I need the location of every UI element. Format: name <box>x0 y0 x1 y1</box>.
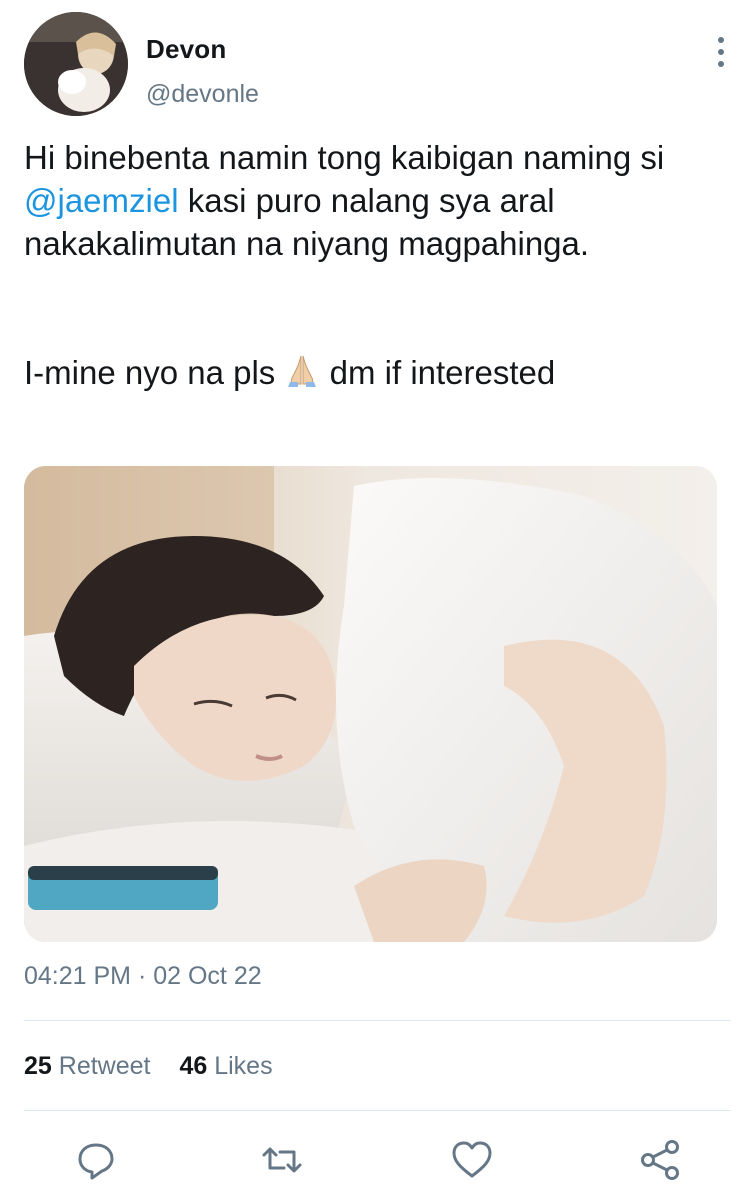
share-icon[interactable] <box>636 1136 684 1184</box>
author-name[interactable]: Devon <box>146 34 226 65</box>
likes-label: Likes <box>214 1052 273 1080</box>
tweet-paragraph-1: Hi binebenta namin tong kaibigan naming … <box>24 136 724 265</box>
divider <box>24 1110 731 1111</box>
tweet-image[interactable] <box>24 466 717 942</box>
tweet-text-part1: Hi binebenta namin tong kaibigan naming … <box>24 139 665 176</box>
retweet-label: Retweet <box>58 1052 151 1080</box>
retweet-icon[interactable] <box>258 1136 306 1184</box>
tweet-paragraph-2: I-mine nyo na pls dm if interested <box>24 351 724 394</box>
tweet-stats: 25 Retweet 46 Likes <box>24 1052 295 1081</box>
tweet-text-line2-a: I-mine nyo na pls <box>24 354 285 391</box>
tweet-text: Hi binebenta namin tong kaibigan naming … <box>24 136 724 394</box>
author-handle[interactable]: @devonle <box>146 80 259 109</box>
tweet-actions <box>0 1136 755 1184</box>
tweet-timestamp[interactable]: 04:21 PM · 02 Oct 22 <box>24 962 262 991</box>
mention-link[interactable]: @jaemziel <box>24 182 179 219</box>
heart-icon[interactable] <box>448 1136 496 1184</box>
like-count: 46 <box>179 1052 208 1080</box>
avatar[interactable] <box>24 12 128 116</box>
tweet-header: Devon @devonle <box>24 12 731 120</box>
retweet-count: 25 <box>24 1052 52 1080</box>
likes-stat[interactable]: 46 Likes <box>179 1052 272 1080</box>
folded-hands-emoji <box>284 352 320 388</box>
reply-icon[interactable] <box>72 1136 120 1184</box>
retweet-stat[interactable]: 25 Retweet <box>24 1052 150 1080</box>
divider <box>24 1020 731 1021</box>
more-vertical-icon[interactable] <box>715 34 727 70</box>
tweet-text-line2-b: dm if interested <box>320 354 556 391</box>
